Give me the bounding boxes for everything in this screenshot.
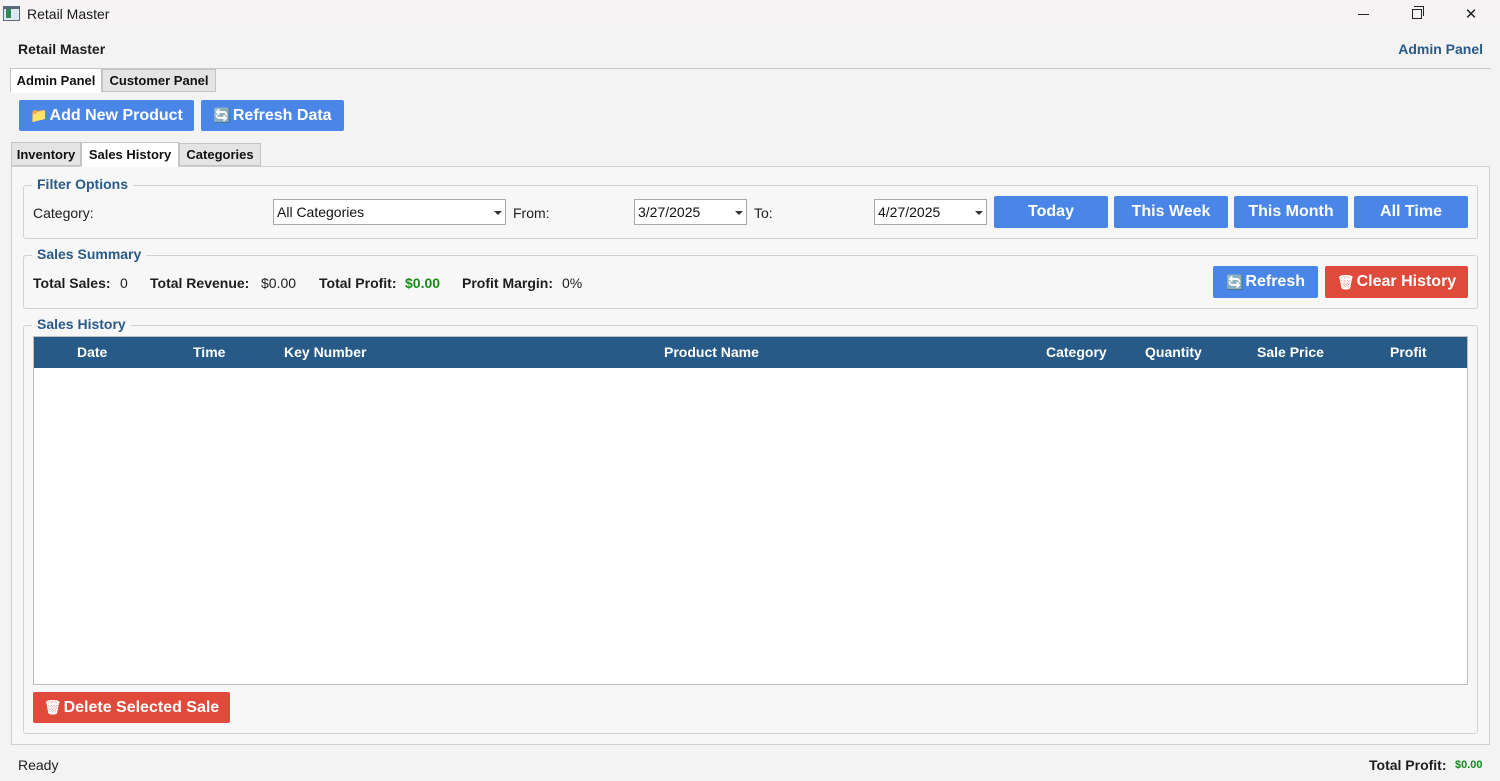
sales-history-table[interactable]: Date Time Key Number Product Name Catego… (33, 336, 1468, 685)
category-select[interactable]: All Categories (273, 199, 506, 225)
status-text: Ready (18, 757, 59, 773)
refresh-data-button[interactable]: 🔄 Refresh Data (201, 100, 344, 131)
all-time-button[interactable]: All Time (1354, 196, 1468, 228)
column-header-profit[interactable]: Profit (1390, 337, 1427, 368)
window-title: Retail Master (27, 6, 110, 22)
refresh-button[interactable]: 🔄 Refresh (1213, 266, 1318, 298)
restore-icon (1412, 6, 1424, 19)
from-date-value: 3/27/2025 (638, 204, 701, 220)
close-icon: ✕ (1464, 6, 1478, 23)
table-header: Date Time Key Number Product Name Catego… (34, 337, 1467, 368)
trash-icon: 🗑 (1336, 273, 1355, 290)
from-date-picker[interactable]: 3/27/2025 (634, 199, 747, 225)
column-header-quantity[interactable]: Quantity (1145, 337, 1202, 368)
sales-summary-title: Sales Summary (32, 246, 147, 262)
tab-categories[interactable]: Categories (179, 143, 261, 166)
page-title: Retail Master (18, 41, 106, 57)
column-header-category[interactable]: Category (1046, 337, 1107, 368)
clear-history-button[interactable]: 🗑 Clear History (1325, 266, 1468, 298)
profit-margin-value: 0% (562, 275, 583, 291)
column-header-product-name[interactable]: Product Name (664, 337, 759, 368)
panel-name: Admin Panel (1398, 41, 1483, 57)
profit-margin-label: Profit Margin: (462, 275, 553, 291)
refresh-icon: 🔄 (1225, 273, 1244, 290)
refresh-label: Refresh (1245, 273, 1305, 290)
total-sales-label: Total Sales: (33, 275, 111, 291)
from-label: From: (513, 205, 550, 221)
close-button[interactable]: ✕ (1448, 0, 1494, 28)
refresh-icon: 🔄 (213, 107, 231, 123)
this-week-button[interactable]: This Week (1114, 196, 1228, 228)
refresh-data-label: Refresh Data (232, 106, 332, 124)
status-total-profit-label: Total Profit: (1369, 757, 1447, 773)
folder-add-icon: 📁 (30, 107, 48, 123)
status-total-profit-value: $0.00 (1455, 759, 1483, 771)
column-header-key-number[interactable]: Key Number (284, 337, 366, 368)
total-profit-value: $0.00 (405, 275, 441, 291)
header-divider (10, 68, 1491, 69)
window-titlebar: Retail Master ✕ (0, 0, 1500, 28)
column-header-time[interactable]: Time (193, 337, 225, 368)
tab-inventory[interactable]: Inventory (11, 142, 81, 166)
today-button[interactable]: Today (994, 196, 1108, 228)
total-sales-value: 0 (120, 275, 128, 291)
to-label: To: (754, 205, 773, 221)
clear-history-label: Clear History (1356, 273, 1457, 290)
this-month-button[interactable]: This Month (1234, 196, 1348, 228)
delete-selected-sale-button[interactable]: 🗑 Delete Selected Sale (33, 692, 230, 723)
sales-history-title: Sales History (32, 316, 131, 332)
app-icon (3, 6, 20, 21)
delete-selected-sale-label: Delete Selected Sale (63, 698, 220, 716)
total-revenue-value: $0.00 (261, 275, 297, 291)
restore-button[interactable] (1394, 0, 1440, 28)
column-header-sale-price[interactable]: Sale Price (1257, 337, 1324, 368)
tab-customer-panel[interactable]: Customer Panel (102, 69, 216, 92)
category-label: Category: (33, 205, 94, 221)
total-profit-label: Total Profit: (319, 275, 397, 291)
category-select-value: All Categories (277, 204, 365, 220)
add-product-button[interactable]: 📁 Add New Product (19, 100, 194, 131)
tab-sales-history[interactable]: Sales History (81, 142, 179, 167)
minimize-button[interactable] (1340, 0, 1386, 28)
column-header-date[interactable]: Date (77, 337, 107, 368)
to-date-value: 4/27/2025 (878, 204, 941, 220)
total-revenue-label: Total Revenue: (150, 275, 250, 291)
add-product-label: Add New Product (49, 106, 183, 124)
tab-admin-panel[interactable]: Admin Panel (10, 68, 102, 93)
filter-options-title: Filter Options (32, 176, 133, 192)
minimize-icon (1357, 13, 1369, 15)
trash-icon: 🗑 (43, 699, 62, 715)
to-date-picker[interactable]: 4/27/2025 (874, 199, 987, 225)
